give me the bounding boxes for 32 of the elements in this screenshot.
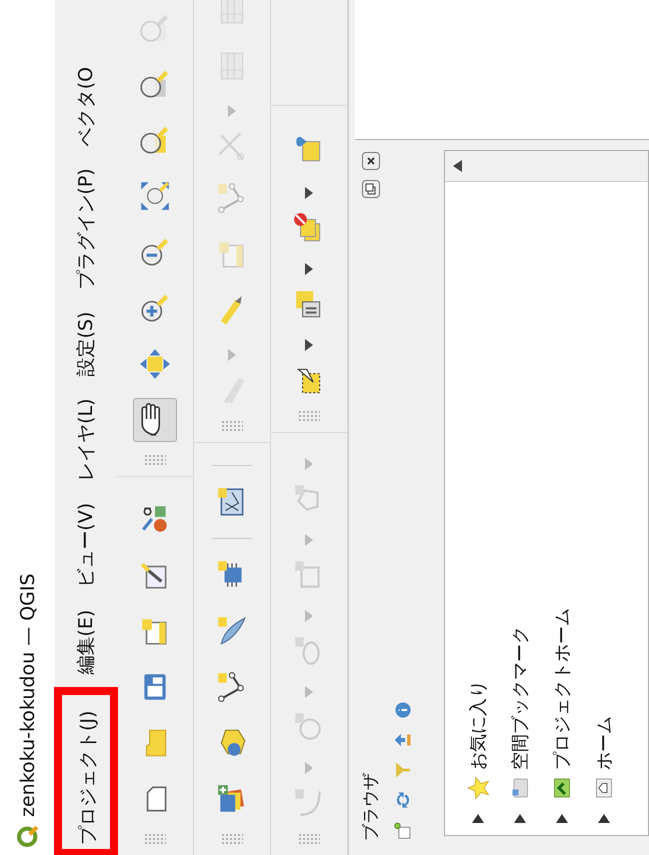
menu-item[interactable]: プロジェクト(J): [71, 708, 105, 847]
close-icon[interactable]: [362, 152, 380, 170]
star-icon: [466, 776, 490, 800]
tree-item[interactable]: ホーム: [592, 716, 616, 770]
toolbar-grip[interactable]: [144, 454, 166, 466]
menu-item[interactable]: ビュー(V): [69, 500, 103, 590]
tree-item[interactable]: プロジェクトホーム: [550, 608, 574, 770]
tree-item[interactable]: 空間ブックマーク: [508, 626, 532, 770]
panel-title: ブラウザ: [360, 773, 382, 841]
menu-item[interactable]: 設定(S): [69, 310, 103, 378]
expand-arrow-icon[interactable]: [472, 814, 484, 823]
menu-item[interactable]: 編集(E): [69, 608, 103, 677]
q-logo-icon: [14, 823, 40, 849]
toolbar-grip[interactable]: [221, 833, 243, 845]
float-icon[interactable]: [362, 180, 380, 198]
expand-arrow-icon[interactable]: [556, 814, 568, 823]
menu-item[interactable]: プラグイン(P): [69, 166, 103, 292]
toolbar-grip[interactable]: [298, 833, 320, 845]
scrollbar[interactable]: [445, 151, 648, 182]
menu-item[interactable]: レイヤ(L): [69, 396, 103, 483]
zoom-extent-icon: [138, 179, 172, 213]
tree-item[interactable]: お気に入り: [466, 680, 490, 770]
move-arrows-icon: [138, 347, 172, 381]
scroll-up-arrow-icon[interactable]: [453, 160, 462, 172]
expand-arrow-icon[interactable]: [598, 814, 610, 823]
expand-arrow-icon[interactable]: [514, 814, 526, 823]
toolbar-grip[interactable]: [221, 420, 243, 432]
toolbar-grip[interactable]: [144, 833, 166, 845]
toolbar-button[interactable]: [133, 398, 177, 442]
menu-item[interactable]: ベクタ(O: [69, 64, 103, 148]
window-title: zenkoku-kokudou — QGIS: [16, 573, 38, 817]
toolbar-grip[interactable]: [298, 410, 320, 422]
